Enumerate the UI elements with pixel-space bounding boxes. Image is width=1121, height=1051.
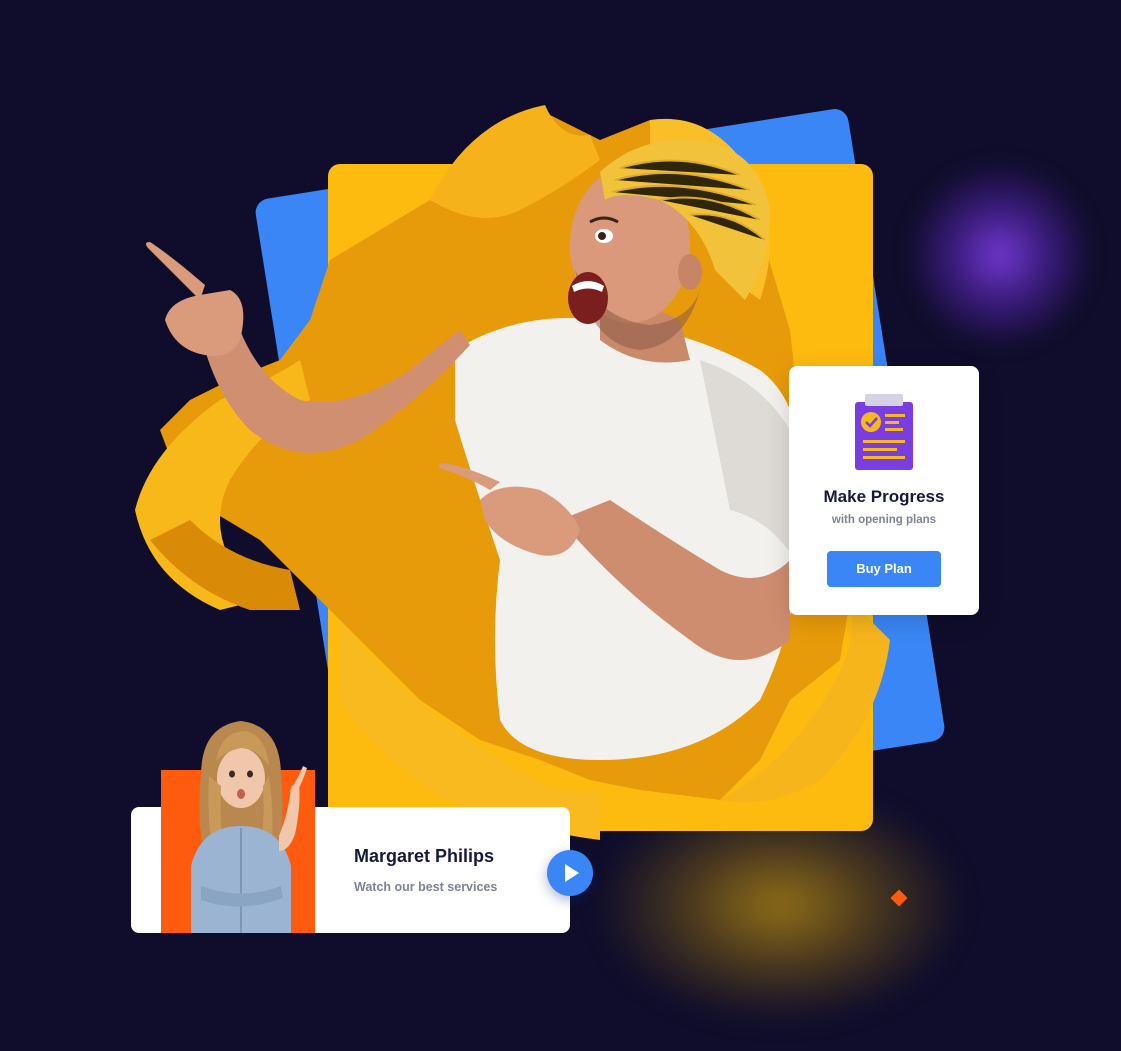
testimonial-subtitle: Watch our best services — [354, 880, 498, 894]
buy-plan-button[interactable]: Buy Plan — [827, 551, 941, 587]
play-video-button[interactable] — [547, 850, 593, 896]
man-ear — [678, 254, 702, 290]
testimonial-name: Margaret Philips — [354, 846, 495, 866]
play-icon — [565, 864, 579, 882]
man-raised-hand — [165, 290, 244, 356]
man-raised-finger — [145, 242, 205, 300]
plan-card: Make Progress with opening plans Buy Pla… — [789, 366, 979, 615]
plan-subtitle: with opening plans — [831, 514, 937, 526]
clipboard-check-icon — [855, 394, 913, 470]
plan-title: Make Progress — [823, 487, 945, 506]
woman-avatar — [191, 721, 307, 933]
hero-stage: Make Progress with opening plans Buy Pla… — [0, 0, 1121, 1051]
man-mouth — [568, 272, 608, 324]
